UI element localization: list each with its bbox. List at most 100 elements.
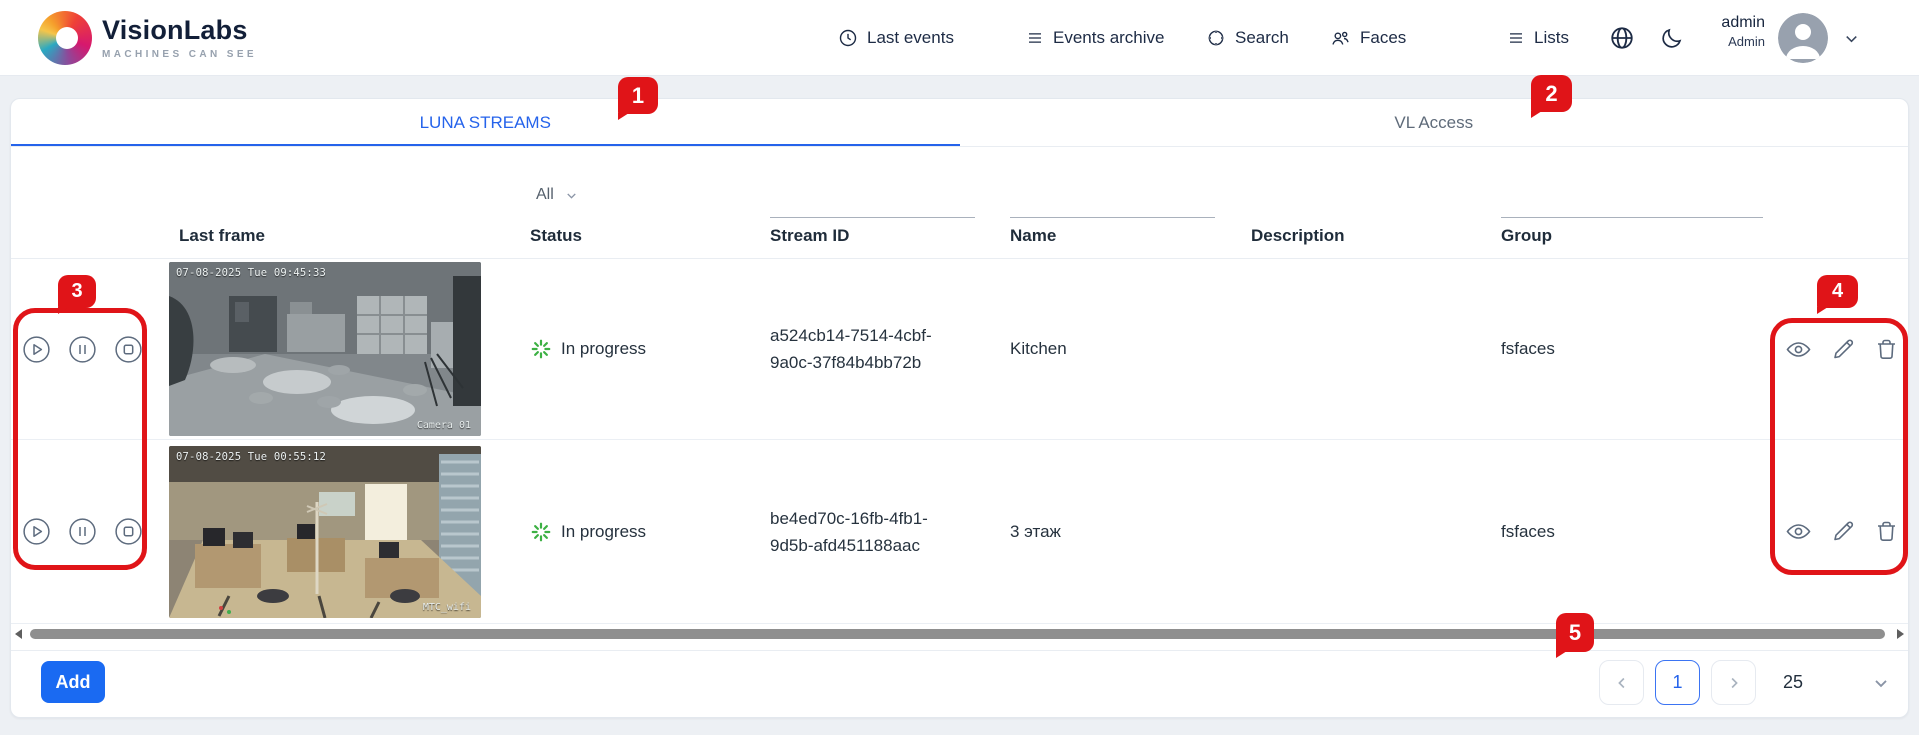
nav-item-label: Faces [1360, 28, 1407, 47]
group-filter-input[interactable] [1501, 194, 1763, 218]
brand-name: VisionLabs [102, 15, 248, 45]
scroll-right-arrow-icon[interactable] [1897, 629, 1904, 639]
annotation-badge-4: 4 [1817, 275, 1858, 308]
pagination-current-page[interactable]: 1 [1655, 660, 1700, 705]
moon-icon [1660, 26, 1684, 50]
status-text: In progress [561, 339, 647, 358]
globe-icon [1609, 25, 1635, 51]
col-header-description: Description [1251, 226, 1345, 245]
status-cell: In progress [522, 521, 762, 543]
language-globe-button[interactable] [1608, 24, 1636, 52]
name-cell: 3 этаж [1010, 521, 1061, 541]
page-size-value: 25 [1783, 672, 1804, 692]
annotation-badge-3: 3 [58, 275, 96, 308]
pagination-prev-button[interactable] [1599, 660, 1644, 705]
brand-tagline: MACHINES CAN SEE [102, 49, 257, 60]
status-cell: In progress [522, 338, 762, 360]
stop-button[interactable] [115, 518, 142, 545]
crosshair-icon [1206, 28, 1226, 48]
nav-item-label: Last events [867, 28, 954, 47]
spinner-icon [530, 338, 552, 360]
add-button[interactable]: Add [41, 661, 105, 703]
nav-item-label: Search [1235, 28, 1289, 47]
stream-controls [11, 335, 161, 363]
tab-luna-streams[interactable]: LUNA STREAMS [11, 99, 960, 146]
scrollbar-thumb[interactable] [30, 629, 1885, 639]
card-footer: Add 1 25 [11, 650, 1908, 718]
list-icon [1026, 29, 1044, 47]
view-eye-button[interactable] [1785, 336, 1812, 363]
status-filter-select[interactable]: All [536, 186, 762, 204]
camera-timestamp: 07-08-2025 Tue 09:45:33 [176, 267, 326, 279]
scrollbar-track[interactable] [25, 628, 1894, 640]
stream-id-cell: be4ed70c-16fb-4fb1- 9d5b-afd451188aac [770, 508, 928, 555]
nav-item-faces[interactable]: Faces [1330, 0, 1406, 76]
table-header: All Last frame Status Stream ID Name Des… [11, 147, 1908, 259]
play-button[interactable] [23, 335, 50, 363]
stream-preview[interactable]: 07-08-2025 Tue 00:55:12 MTC_wifi [169, 445, 481, 618]
delete-trash-button[interactable] [1873, 336, 1900, 363]
spinner-icon [530, 521, 552, 543]
annotation-badge-5: 5 [1556, 613, 1594, 652]
col-header-stream-id: Stream ID [770, 226, 850, 245]
user-info: admin Admin [1688, 14, 1765, 49]
dark-mode-button[interactable] [1658, 24, 1686, 52]
nav-item-label: Lists [1534, 28, 1569, 47]
edit-pencil-button[interactable] [1829, 518, 1856, 545]
status-text: In progress [561, 521, 647, 541]
pagination-next-button[interactable] [1711, 660, 1756, 705]
play-button[interactable] [23, 518, 50, 545]
group-cell: fsfaces [1501, 521, 1555, 541]
navbar: VisionLabs MACHINES CAN SEE Last events … [0, 0, 1919, 76]
tab-bar: LUNA STREAMS VL Access [11, 99, 1908, 147]
nav-item-last-events[interactable]: Last events [838, 0, 954, 76]
visionlabs-logo-icon [38, 11, 92, 65]
horizontal-scrollbar[interactable] [15, 626, 1904, 642]
streams-card: LUNA STREAMS VL Access All Last frame St… [10, 98, 1909, 718]
edit-pencil-button[interactable] [1829, 336, 1856, 363]
nav-item-search[interactable]: Search [1206, 0, 1289, 76]
name-filter-input[interactable] [1010, 194, 1215, 218]
user-name: admin [1721, 14, 1765, 31]
scroll-left-arrow-icon[interactable] [15, 629, 22, 639]
camera-label: Camera 01 [416, 420, 471, 431]
table-row: 07-08-2025 Tue 09:45:33 Camera 01 In pro… [11, 259, 1908, 440]
avatar[interactable] [1778, 13, 1828, 63]
faces-icon [1330, 28, 1351, 49]
col-header-group: Group [1501, 226, 1552, 245]
name-cell: Kitchen [1010, 339, 1067, 358]
nav-item-events-archive[interactable]: Events archive [1026, 0, 1165, 76]
list-icon [1507, 29, 1525, 47]
status-filter-value: All [536, 186, 554, 203]
brand: VisionLabs MACHINES CAN SEE [102, 15, 257, 60]
user-role: Admin [1728, 34, 1765, 49]
stream-id-filter-input[interactable] [770, 194, 975, 218]
stream-preview[interactable]: 07-08-2025 Tue 09:45:33 Camera 01 [169, 262, 481, 436]
chevron-down-icon [564, 188, 579, 203]
row-actions [1775, 336, 1908, 363]
nav-item-lists[interactable]: Lists [1507, 0, 1569, 76]
user-menu-chevron-down-icon[interactable] [1842, 29, 1861, 48]
view-eye-button[interactable] [1785, 518, 1812, 545]
annotation-badge-2: 2 [1531, 75, 1572, 112]
stream-id-cell: a524cb14-7514-4cbf- 9a0c-37f84b4bb72b [770, 326, 932, 372]
stream-controls [11, 518, 161, 545]
camera-label: MTC_wifi [422, 601, 471, 613]
delete-trash-button[interactable] [1873, 518, 1900, 545]
stop-button[interactable] [115, 335, 142, 363]
col-header-name: Name [1010, 226, 1057, 245]
tab-vl-access[interactable]: VL Access [960, 99, 1909, 146]
chevron-down-icon [1871, 673, 1891, 693]
table-row: 07-08-2025 Tue 00:55:12 MTC_wifi In prog… [11, 440, 1908, 624]
nav-item-label: Events archive [1053, 28, 1165, 47]
pause-button[interactable] [69, 335, 96, 363]
pause-button[interactable] [69, 518, 96, 545]
page-size-select[interactable]: 25 [1779, 660, 1895, 705]
col-header-last-frame: Last frame [179, 226, 265, 245]
group-cell: fsfaces [1501, 339, 1555, 358]
col-header-status: Status [530, 226, 582, 245]
luna-streams-page: { "brand": { "name": "VisionLabs", "tagl… [0, 0, 1919, 735]
clock-icon [838, 28, 858, 48]
row-actions [1775, 518, 1908, 545]
annotation-badge-1: 1 [618, 77, 658, 114]
